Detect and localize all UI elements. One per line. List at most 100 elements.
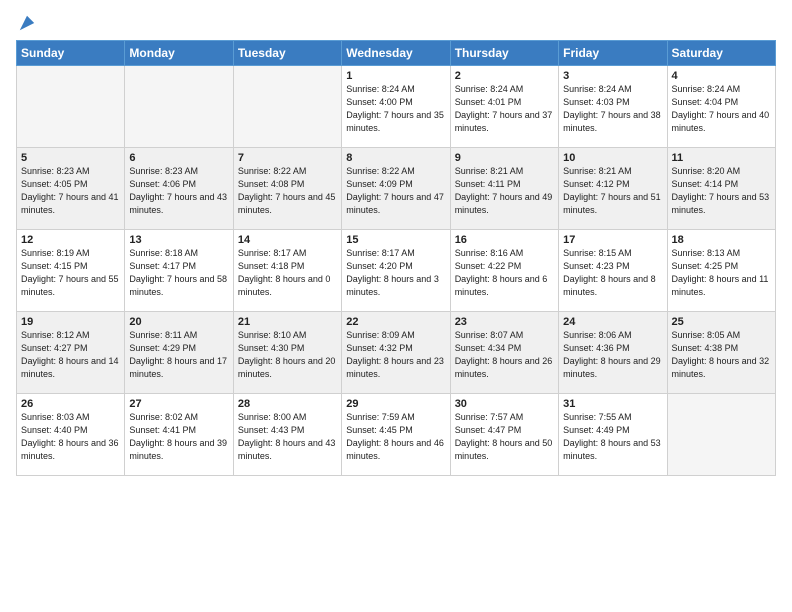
day-info: Sunrise: 8:11 AMSunset: 4:29 PMDaylight:… xyxy=(129,329,228,381)
day-info: Sunrise: 8:24 AMSunset: 4:01 PMDaylight:… xyxy=(455,83,554,135)
calendar-cell: 2Sunrise: 8:24 AMSunset: 4:01 PMDaylight… xyxy=(450,66,558,148)
calendar-week-4: 19Sunrise: 8:12 AMSunset: 4:27 PMDayligh… xyxy=(17,312,776,394)
calendar-cell: 22Sunrise: 8:09 AMSunset: 4:32 PMDayligh… xyxy=(342,312,450,394)
day-info: Sunrise: 8:21 AMSunset: 4:11 PMDaylight:… xyxy=(455,165,554,217)
day-info: Sunrise: 8:23 AMSunset: 4:05 PMDaylight:… xyxy=(21,165,120,217)
day-number: 20 xyxy=(129,316,228,328)
calendar-cell: 9Sunrise: 8:21 AMSunset: 4:11 PMDaylight… xyxy=(450,148,558,230)
day-info: Sunrise: 7:57 AMSunset: 4:47 PMDaylight:… xyxy=(455,411,554,463)
calendar-cell: 28Sunrise: 8:00 AMSunset: 4:43 PMDayligh… xyxy=(233,394,341,476)
day-info: Sunrise: 8:15 AMSunset: 4:23 PMDaylight:… xyxy=(563,247,662,299)
day-number: 29 xyxy=(346,398,445,410)
day-number: 21 xyxy=(238,316,337,328)
col-header-wednesday: Wednesday xyxy=(342,41,450,66)
col-header-monday: Monday xyxy=(125,41,233,66)
day-info: Sunrise: 8:22 AMSunset: 4:08 PMDaylight:… xyxy=(238,165,337,217)
calendar-cell: 4Sunrise: 8:24 AMSunset: 4:04 PMDaylight… xyxy=(667,66,775,148)
header xyxy=(16,10,776,32)
day-info: Sunrise: 8:24 AMSunset: 4:03 PMDaylight:… xyxy=(563,83,662,135)
calendar-cell: 24Sunrise: 8:06 AMSunset: 4:36 PMDayligh… xyxy=(559,312,667,394)
day-number: 3 xyxy=(563,70,662,82)
page: SundayMondayTuesdayWednesdayThursdayFrid… xyxy=(0,0,792,486)
col-header-friday: Friday xyxy=(559,41,667,66)
col-header-thursday: Thursday xyxy=(450,41,558,66)
calendar-cell xyxy=(125,66,233,148)
day-info: Sunrise: 8:06 AMSunset: 4:36 PMDaylight:… xyxy=(563,329,662,381)
col-header-sunday: Sunday xyxy=(17,41,125,66)
calendar-cell: 13Sunrise: 8:18 AMSunset: 4:17 PMDayligh… xyxy=(125,230,233,312)
day-info: Sunrise: 8:10 AMSunset: 4:30 PMDaylight:… xyxy=(238,329,337,381)
day-info: Sunrise: 8:24 AMSunset: 4:00 PMDaylight:… xyxy=(346,83,445,135)
day-number: 6 xyxy=(129,152,228,164)
day-number: 25 xyxy=(672,316,771,328)
logo-icon xyxy=(18,14,36,32)
day-number: 10 xyxy=(563,152,662,164)
calendar-cell: 26Sunrise: 8:03 AMSunset: 4:40 PMDayligh… xyxy=(17,394,125,476)
day-info: Sunrise: 8:05 AMSunset: 4:38 PMDaylight:… xyxy=(672,329,771,381)
day-info: Sunrise: 8:22 AMSunset: 4:09 PMDaylight:… xyxy=(346,165,445,217)
calendar-cell: 31Sunrise: 7:55 AMSunset: 4:49 PMDayligh… xyxy=(559,394,667,476)
calendar-cell xyxy=(233,66,341,148)
day-info: Sunrise: 8:02 AMSunset: 4:41 PMDaylight:… xyxy=(129,411,228,463)
col-header-tuesday: Tuesday xyxy=(233,41,341,66)
logo xyxy=(16,14,36,32)
day-number: 1 xyxy=(346,70,445,82)
day-number: 4 xyxy=(672,70,771,82)
calendar-cell: 20Sunrise: 8:11 AMSunset: 4:29 PMDayligh… xyxy=(125,312,233,394)
day-number: 11 xyxy=(672,152,771,164)
day-info: Sunrise: 8:17 AMSunset: 4:18 PMDaylight:… xyxy=(238,247,337,299)
day-info: Sunrise: 8:19 AMSunset: 4:15 PMDaylight:… xyxy=(21,247,120,299)
calendar-cell: 30Sunrise: 7:57 AMSunset: 4:47 PMDayligh… xyxy=(450,394,558,476)
calendar-cell xyxy=(667,394,775,476)
calendar-week-2: 5Sunrise: 8:23 AMSunset: 4:05 PMDaylight… xyxy=(17,148,776,230)
day-info: Sunrise: 8:07 AMSunset: 4:34 PMDaylight:… xyxy=(455,329,554,381)
day-info: Sunrise: 8:09 AMSunset: 4:32 PMDaylight:… xyxy=(346,329,445,381)
day-info: Sunrise: 8:00 AMSunset: 4:43 PMDaylight:… xyxy=(238,411,337,463)
day-number: 8 xyxy=(346,152,445,164)
day-number: 14 xyxy=(238,234,337,246)
day-number: 15 xyxy=(346,234,445,246)
calendar-cell: 17Sunrise: 8:15 AMSunset: 4:23 PMDayligh… xyxy=(559,230,667,312)
calendar-cell: 16Sunrise: 8:16 AMSunset: 4:22 PMDayligh… xyxy=(450,230,558,312)
day-info: Sunrise: 8:21 AMSunset: 4:12 PMDaylight:… xyxy=(563,165,662,217)
day-number: 16 xyxy=(455,234,554,246)
calendar-cell: 14Sunrise: 8:17 AMSunset: 4:18 PMDayligh… xyxy=(233,230,341,312)
day-number: 26 xyxy=(21,398,120,410)
calendar-week-3: 12Sunrise: 8:19 AMSunset: 4:15 PMDayligh… xyxy=(17,230,776,312)
calendar-cell: 12Sunrise: 8:19 AMSunset: 4:15 PMDayligh… xyxy=(17,230,125,312)
calendar-cell xyxy=(17,66,125,148)
day-number: 9 xyxy=(455,152,554,164)
day-number: 24 xyxy=(563,316,662,328)
calendar-cell: 3Sunrise: 8:24 AMSunset: 4:03 PMDaylight… xyxy=(559,66,667,148)
day-number: 30 xyxy=(455,398,554,410)
calendar-week-5: 26Sunrise: 8:03 AMSunset: 4:40 PMDayligh… xyxy=(17,394,776,476)
calendar-cell: 10Sunrise: 8:21 AMSunset: 4:12 PMDayligh… xyxy=(559,148,667,230)
day-number: 23 xyxy=(455,316,554,328)
day-info: Sunrise: 8:24 AMSunset: 4:04 PMDaylight:… xyxy=(672,83,771,135)
calendar-cell: 29Sunrise: 7:59 AMSunset: 4:45 PMDayligh… xyxy=(342,394,450,476)
day-number: 18 xyxy=(672,234,771,246)
calendar-header-row: SundayMondayTuesdayWednesdayThursdayFrid… xyxy=(17,41,776,66)
day-info: Sunrise: 8:12 AMSunset: 4:27 PMDaylight:… xyxy=(21,329,120,381)
day-info: Sunrise: 8:03 AMSunset: 4:40 PMDaylight:… xyxy=(21,411,120,463)
calendar-cell: 27Sunrise: 8:02 AMSunset: 4:41 PMDayligh… xyxy=(125,394,233,476)
calendar-cell: 5Sunrise: 8:23 AMSunset: 4:05 PMDaylight… xyxy=(17,148,125,230)
day-number: 2 xyxy=(455,70,554,82)
day-number: 27 xyxy=(129,398,228,410)
day-number: 7 xyxy=(238,152,337,164)
calendar-cell: 7Sunrise: 8:22 AMSunset: 4:08 PMDaylight… xyxy=(233,148,341,230)
day-info: Sunrise: 7:59 AMSunset: 4:45 PMDaylight:… xyxy=(346,411,445,463)
day-info: Sunrise: 8:18 AMSunset: 4:17 PMDaylight:… xyxy=(129,247,228,299)
calendar-cell: 8Sunrise: 8:22 AMSunset: 4:09 PMDaylight… xyxy=(342,148,450,230)
calendar-cell: 1Sunrise: 8:24 AMSunset: 4:00 PMDaylight… xyxy=(342,66,450,148)
calendar-cell: 18Sunrise: 8:13 AMSunset: 4:25 PMDayligh… xyxy=(667,230,775,312)
day-number: 17 xyxy=(563,234,662,246)
calendar-cell: 25Sunrise: 8:05 AMSunset: 4:38 PMDayligh… xyxy=(667,312,775,394)
day-info: Sunrise: 7:55 AMSunset: 4:49 PMDaylight:… xyxy=(563,411,662,463)
day-info: Sunrise: 8:13 AMSunset: 4:25 PMDaylight:… xyxy=(672,247,771,299)
day-number: 22 xyxy=(346,316,445,328)
day-number: 5 xyxy=(21,152,120,164)
day-info: Sunrise: 8:23 AMSunset: 4:06 PMDaylight:… xyxy=(129,165,228,217)
calendar-cell: 23Sunrise: 8:07 AMSunset: 4:34 PMDayligh… xyxy=(450,312,558,394)
calendar-cell: 15Sunrise: 8:17 AMSunset: 4:20 PMDayligh… xyxy=(342,230,450,312)
